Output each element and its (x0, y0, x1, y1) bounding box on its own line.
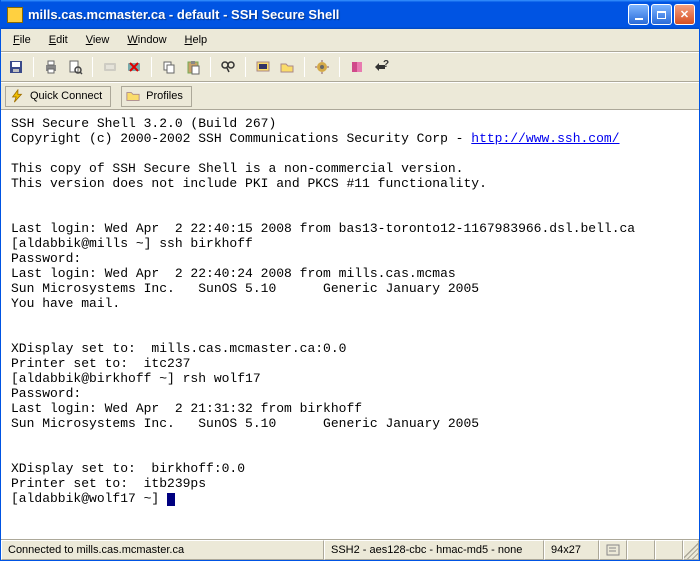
paste-icon[interactable] (182, 56, 204, 78)
new-file-transfer-icon[interactable] (276, 56, 298, 78)
toolbar: ? (1, 52, 699, 82)
status-indicator-2 (627, 540, 655, 560)
disconnect-icon[interactable] (123, 56, 145, 78)
copy-icon[interactable] (158, 56, 180, 78)
statusbar: Connected to mills.cas.mcmaster.ca SSH2 … (1, 539, 699, 560)
quick-connect-label: Quick Connect (30, 90, 102, 102)
find-icon[interactable] (217, 56, 239, 78)
connect-icon[interactable] (99, 56, 121, 78)
print-icon[interactable] (40, 56, 62, 78)
window-title: mills.cas.mcmaster.ca - default - SSH Se… (28, 7, 628, 22)
settings-icon[interactable] (311, 56, 333, 78)
new-terminal-icon[interactable] (252, 56, 274, 78)
minimize-button[interactable] (628, 4, 649, 25)
help-icon[interactable]: ? (370, 56, 392, 78)
folder-icon (126, 89, 140, 103)
close-button[interactable]: ✕ (674, 4, 695, 25)
connection-bar: Quick Connect Profiles (1, 82, 699, 110)
menu-file[interactable]: File (5, 31, 39, 49)
status-indicator-1 (599, 540, 627, 560)
status-size: 94x27 (544, 540, 599, 560)
status-cipher: SSH2 - aes128-cbc - hmac-md5 - none (324, 540, 544, 560)
help-book-icon[interactable] (346, 56, 368, 78)
lightning-icon (10, 89, 24, 103)
menu-help[interactable]: Help (177, 31, 216, 49)
profiles-label: Profiles (146, 90, 183, 102)
titlebar: mills.cas.mcmaster.ca - default - SSH Se… (1, 0, 699, 29)
terminal[interactable]: SSH Secure Shell 3.2.0 (Build 267) Copyr… (1, 110, 699, 539)
cursor (167, 493, 175, 506)
menu-view[interactable]: View (78, 31, 118, 49)
status-connection: Connected to mills.cas.mcmaster.ca (1, 540, 324, 560)
print-preview-icon[interactable] (64, 56, 86, 78)
menu-edit[interactable]: Edit (41, 31, 76, 49)
maximize-button[interactable] (651, 4, 672, 25)
num-lock-icon (606, 544, 620, 556)
quick-connect-button[interactable]: Quick Connect (5, 86, 111, 107)
menu-window[interactable]: Window (119, 31, 174, 49)
status-indicator-3 (655, 540, 683, 560)
profiles-button[interactable]: Profiles (121, 86, 192, 107)
app-icon (7, 7, 23, 23)
save-icon[interactable] (5, 56, 27, 78)
svg-text:?: ? (383, 59, 389, 70)
menubar: File Edit View Window Help (1, 29, 699, 52)
resize-grip[interactable] (683, 540, 699, 560)
ssh-link[interactable]: http://www.ssh.com/ (471, 131, 619, 146)
